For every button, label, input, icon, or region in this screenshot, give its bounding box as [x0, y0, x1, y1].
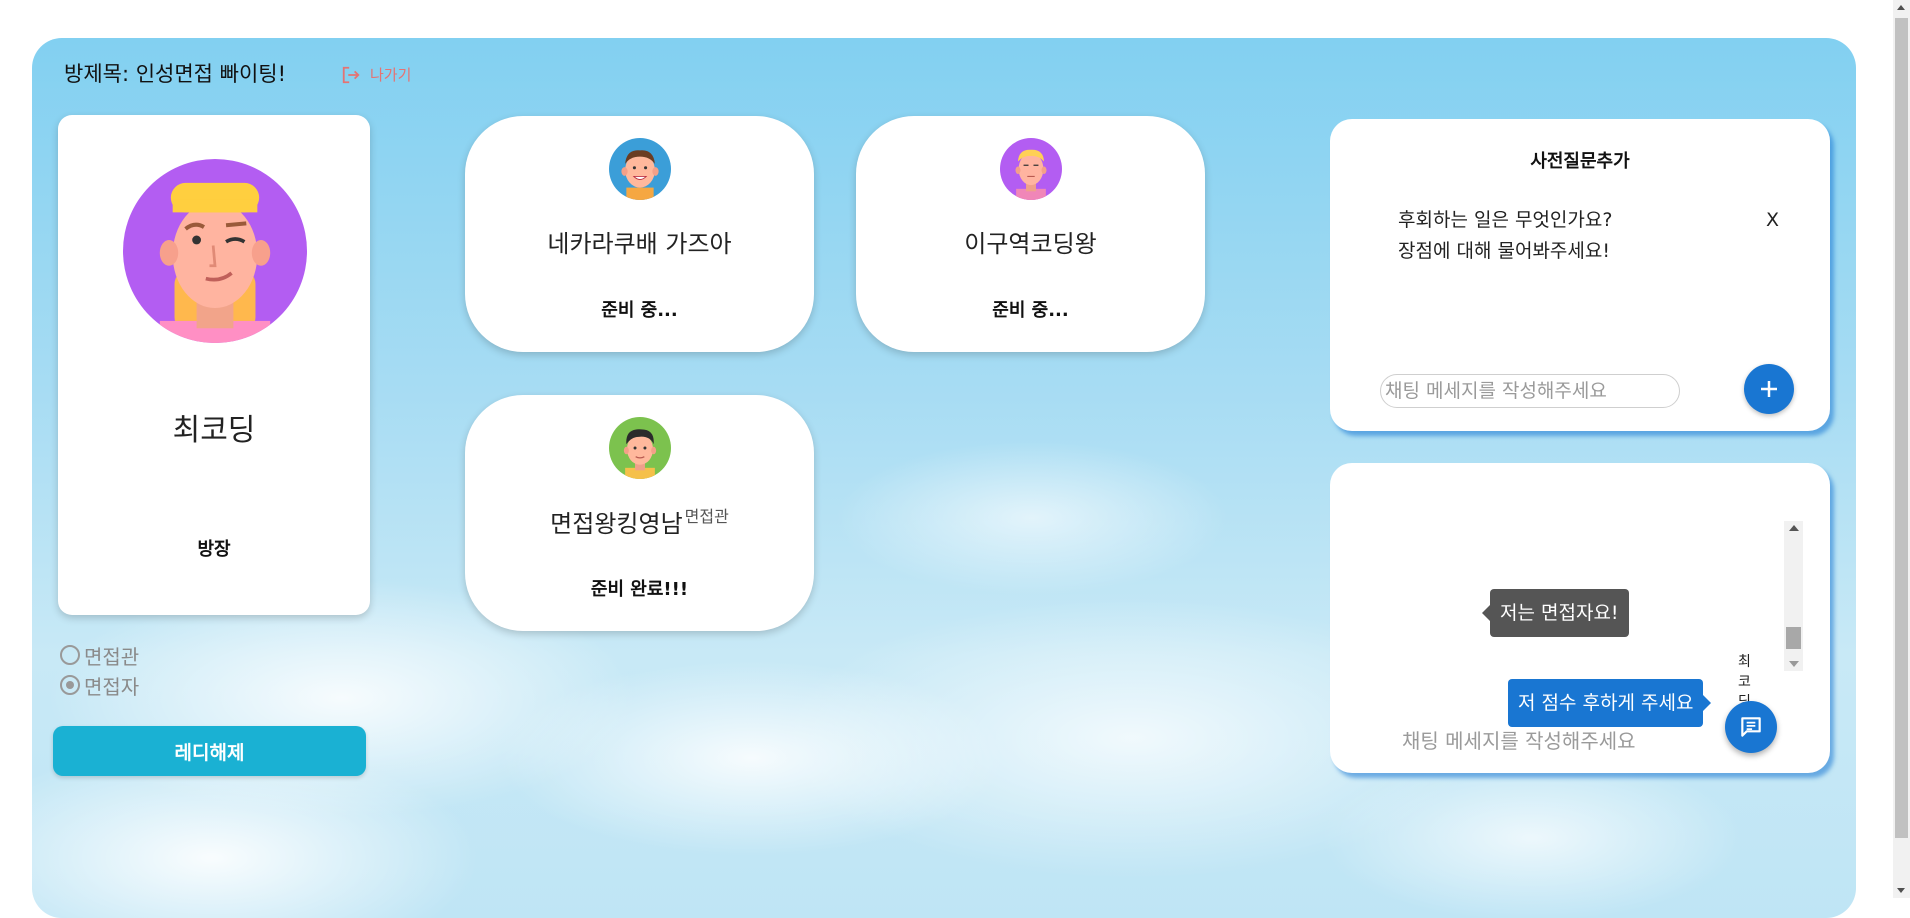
participant-card: 이구역코딩왕 준비 중... [856, 116, 1205, 352]
participant-name: 이구역코딩왕 [856, 224, 1205, 259]
room-title: 방제목: 인성면접 빠이팅! [64, 62, 287, 86]
scroll-up-arrow-icon[interactable] [1789, 525, 1799, 531]
avatar-blonde-man-icon [1000, 138, 1062, 200]
participant-name-text: 네카라쿠배 가즈아 [547, 230, 732, 258]
chat-message-other: 저는 면접자요! [1482, 589, 1629, 637]
chat-input[interactable] [1400, 725, 1714, 757]
participant-status: 준비 중... [992, 300, 1069, 321]
question-item: 장점에 대해 물어봐주세요! [1398, 240, 1610, 262]
page-scrollbar[interactable] [1893, 0, 1910, 898]
participant-name: 면접왕킹영남 면접관 [465, 503, 814, 539]
avatar-dark-hair-boy-icon [609, 417, 671, 479]
role-label: 면접관 [84, 644, 140, 669]
my-name: 최코딩 [172, 413, 256, 448]
avatar-blonde-woman-icon [123, 159, 307, 343]
participant-card: 네카라쿠배 가즈아 준비 중... [465, 116, 814, 352]
chat-message-list: 저는 면접자요! 최코딩 저 점수 후하게 주세요 [1440, 525, 1751, 727]
ready-toggle-button[interactable]: 레디해제 [53, 726, 366, 776]
add-question-button[interactable] [1744, 364, 1794, 414]
interviewer-badge: 면접관 [684, 507, 729, 526]
plus-icon [1761, 381, 1777, 397]
participant-name-text: 면접왕킹영남 [550, 510, 683, 538]
question-list: 후회하는 일은 무엇인가요? 장점에 대해 물어봐주세요! [1398, 205, 1612, 267]
page-scroll-thumb[interactable] [1895, 18, 1908, 838]
radio-checked-icon [60, 675, 80, 695]
chat-message-icon [1741, 717, 1761, 737]
pre-question-card: 사전질문추가 후회하는 일은 무엇인가요? 장점에 대해 물어봐주세요! X [1330, 119, 1830, 431]
scroll-thumb[interactable] [1786, 627, 1801, 649]
role-label: 면접자 [84, 674, 140, 699]
logout-icon [342, 66, 360, 83]
remove-question-button[interactable]: X [1766, 209, 1779, 231]
participant-card: 면접왕킹영남 면접관 준비 완료!!! [465, 395, 814, 631]
participant-status: 준비 중... [601, 300, 678, 321]
chat-message-mine: 저 점수 후하게 주세요 [1508, 679, 1712, 727]
role-radio-group: 면접관 면접자 [60, 640, 139, 700]
participant-name: 네카라쿠배 가즈아 [465, 224, 814, 259]
chat-card: 저는 면접자요! 최코딩 저 점수 후하게 주세요 [1330, 463, 1830, 773]
pre-question-title: 사전질문추가 [1530, 151, 1630, 172]
participant-status: 준비 완료!!! [590, 579, 689, 600]
participant-name-text: 이구역코딩왕 [964, 230, 1097, 258]
scroll-up-arrow-icon[interactable] [1897, 5, 1905, 10]
question-input[interactable] [1380, 374, 1680, 408]
avatar-boy-icon [609, 138, 671, 200]
role-radio-interviewee[interactable]: 면접자 [60, 670, 139, 700]
my-role: 방장 [197, 539, 231, 560]
exit-button[interactable]: 나가기 [340, 64, 411, 85]
chat-scrollbar[interactable] [1784, 521, 1803, 671]
scroll-down-arrow-icon[interactable] [1789, 661, 1799, 667]
send-message-button[interactable] [1725, 701, 1777, 753]
question-item: 후회하는 일은 무엇인가요? [1398, 209, 1613, 231]
exit-label: 나가기 [370, 66, 412, 84]
role-radio-interviewer[interactable]: 면접관 [60, 640, 139, 670]
scroll-down-arrow-icon[interactable] [1897, 888, 1905, 893]
radio-unchecked-icon [60, 645, 80, 665]
my-profile-card: 최코딩 방장 [58, 115, 370, 615]
